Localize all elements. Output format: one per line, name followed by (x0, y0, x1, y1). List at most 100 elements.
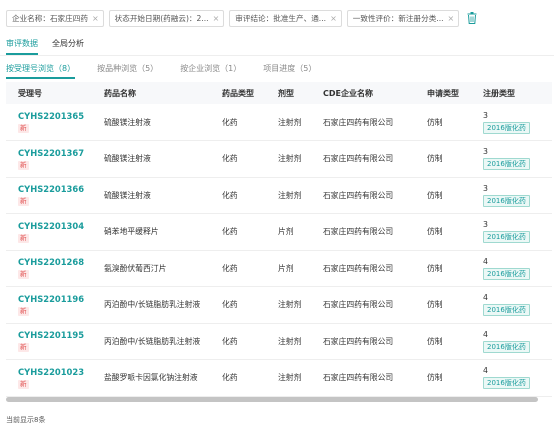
new-badge: 新 (18, 160, 29, 170)
table-row[interactable]: CYHS2201367 新 硫酸镁注射液 化药 注射剂 石家庄四药有限公司 仿制 3 2016版… (6, 141, 552, 178)
divider (0, 55, 554, 56)
close-icon[interactable]: × (448, 14, 455, 23)
cell-drug-type: 化药 (222, 154, 238, 164)
column-header[interactable]: 剂型 (266, 82, 311, 104)
cell-accept-no: CYHS2201365 新 (6, 104, 92, 141)
new-badge: 新 (18, 379, 29, 389)
cell-registration-type: 3 2016版化药 (471, 104, 552, 141)
new-badge: 新 (18, 124, 29, 133)
tab-by-accept-no[interactable]: 按受理号浏览（8） (6, 63, 76, 79)
registration-tag: 2016版化药 (483, 231, 530, 244)
table-row[interactable]: CYHS2201023 新 盐酸罗哌卡因氯化钠注射液 化药 注射剂 石家庄四药有限公司 仿制… (6, 360, 552, 397)
cell-application-type: 仿制 (427, 117, 443, 127)
cell-drug-name: 硝苯地平缓释片 (104, 227, 159, 237)
table-row[interactable]: CYHS2201268 新 氨溴酚伏葡西汀片 化药 片剂 石家庄四药有限公司 仿制 4 2016… (6, 250, 552, 287)
cell-application-type: 仿制 (427, 300, 443, 310)
accept-no-link[interactable]: CYHS2201367 (18, 148, 92, 158)
accept-no-link[interactable]: CYHS2201196 (18, 294, 92, 304)
registration-tag: 2016版化药 (483, 121, 530, 134)
cell-dosage-form: 片剂 (278, 263, 294, 273)
cell-application-type: 仿制 (427, 190, 443, 200)
horizontal-scrollbar[interactable] (6, 397, 538, 402)
cell-dosage-form: 片剂 (278, 227, 294, 237)
record-count: 当前显示8条 (6, 416, 46, 424)
sub-tabs: 按受理号浏览（8） 按品种浏览（5） 按企业浏览（1） 项目进度（5） (6, 63, 316, 79)
data-table: 受理号 药品名称 药品类型 剂型 CDE企业名称 申请类型 注册类型 CYHS2… (6, 82, 552, 397)
cell-registration-type: 3 2016版化药 (471, 177, 552, 214)
table-header-row: 受理号 药品名称 药品类型 剂型 CDE企业名称 申请类型 注册类型 (6, 82, 552, 104)
cell-drug-name: 硫酸镁注射液 (104, 190, 151, 200)
cell-company: 石家庄四药有限公司 (323, 190, 394, 200)
close-icon[interactable]: × (213, 14, 220, 23)
cell-dosage-form: 注射剂 (278, 373, 302, 383)
accept-no-link[interactable]: CYHS2201268 (18, 257, 92, 267)
registration-tag: 2016版化药 (483, 304, 530, 317)
accept-no-link[interactable]: CYHS2201195 (18, 330, 92, 340)
cell-drug-name: 丙泊酚中/长链脂肪乳注射液 (104, 336, 201, 346)
data-table-container: 受理号 药品名称 药品类型 剂型 CDE企业名称 申请类型 注册类型 CYHS2… (6, 82, 552, 400)
cell-dosage-form: 注射剂 (278, 154, 302, 164)
tab-by-company[interactable]: 按企业浏览（1） (180, 63, 241, 79)
registration-tag: 2016版化药 (483, 158, 530, 171)
cell-application-type: 仿制 (427, 227, 443, 237)
close-icon[interactable]: × (92, 14, 99, 23)
registration-class: 3 (483, 183, 488, 193)
registration-class: 4 (483, 256, 488, 266)
table-row[interactable]: CYHS2201304 新 硝苯地平缓释片 化药 片剂 石家庄四药有限公司 仿制 3 2016版… (6, 214, 552, 251)
cell-drug-type: 化药 (222, 300, 238, 310)
filter-chip-company[interactable]: 企业名称：石家庄四药 × (6, 9, 104, 27)
cell-dosage-form: 注射剂 (278, 117, 302, 127)
column-header[interactable]: 申请类型 (415, 82, 471, 104)
cell-company: 石家庄四药有限公司 (323, 373, 394, 383)
cell-drug-type: 化药 (222, 336, 238, 346)
column-header[interactable]: 药品类型 (210, 82, 266, 104)
cell-drug-name: 氨溴酚伏葡西汀片 (104, 263, 167, 273)
registration-tag: 2016版化药 (483, 267, 530, 280)
cell-registration-type: 3 2016版化药 (471, 214, 552, 251)
cell-application-type: 仿制 (427, 154, 443, 164)
column-header[interactable]: CDE企业名称 (311, 82, 415, 104)
cell-company: 石家庄四药有限公司 (323, 154, 394, 164)
cell-company: 石家庄四药有限公司 (323, 227, 394, 237)
tab-global-analysis[interactable]: 全局分析 (52, 38, 84, 55)
cell-company: 石家庄四药有限公司 (323, 117, 394, 127)
filter-chip-label: 一致性评价：新注册分类... (352, 13, 444, 23)
accept-no-link[interactable]: CYHS2201023 (18, 367, 92, 377)
cell-registration-type: 3 2016版化药 (471, 141, 552, 178)
column-header[interactable]: 受理号 (6, 82, 92, 104)
new-badge: 新 (18, 306, 29, 316)
filter-chip-start-date[interactable]: 状态开始日期(药融云)：2... × (108, 9, 225, 27)
new-badge: 新 (18, 343, 29, 353)
cell-registration-type: 4 2016版化药 (471, 287, 552, 324)
filter-bar: 企业名称：石家庄四药 × 状态开始日期(药融云)：2... × 审评结论：批准生… (6, 9, 478, 27)
table-row[interactable]: CYHS2201366 新 硫酸镁注射液 化药 注射剂 石家庄四药有限公司 仿制 3 2016版… (6, 177, 552, 214)
tab-project-progress[interactable]: 项目进度（5） (263, 63, 316, 79)
accept-no-link[interactable]: CYHS2201366 (18, 184, 92, 194)
cell-accept-no: CYHS2201023 新 (6, 360, 92, 397)
cell-accept-no: CYHS2201195 新 (6, 323, 92, 360)
new-badge: 新 (18, 233, 29, 243)
registration-class: 4 (483, 293, 488, 303)
cell-registration-type: 4 2016版化药 (471, 323, 552, 360)
column-header[interactable]: 注册类型 (471, 82, 552, 104)
close-icon[interactable]: × (330, 14, 337, 23)
tab-by-variety[interactable]: 按品种浏览（5） (97, 63, 158, 79)
filter-chip-consistency[interactable]: 一致性评价：新注册分类... × (346, 9, 460, 27)
filter-chip-review-conclusion[interactable]: 审评结论：批准生产、通... × (229, 9, 342, 27)
accept-no-link[interactable]: CYHS2201365 (18, 111, 92, 121)
accept-no-link[interactable]: CYHS2201304 (18, 221, 92, 231)
trash-icon[interactable] (466, 11, 478, 25)
column-header[interactable]: 药品名称 (92, 82, 210, 104)
cell-application-type: 仿制 (427, 373, 443, 383)
cell-company: 石家庄四药有限公司 (323, 300, 394, 310)
cell-accept-no: CYHS2201367 新 (6, 141, 92, 178)
table-row[interactable]: CYHS2201195 新 丙泊酚中/长链脂肪乳注射液 化药 注射剂 石家庄四药有限公司 仿… (6, 323, 552, 360)
table-row[interactable]: CYHS2201365 新 硫酸镁注射液 化药 注射剂 石家庄四药有限公司 仿制 3 2016版… (6, 104, 552, 141)
registration-tag: 2016版化药 (483, 377, 530, 390)
cell-drug-type: 化药 (222, 373, 238, 383)
table-row[interactable]: CYHS2201196 新 丙泊酚中/长链脂肪乳注射液 化药 注射剂 石家庄四药有限公司 仿… (6, 287, 552, 324)
cell-registration-type: 4 2016版化药 (471, 360, 552, 397)
cell-drug-type: 化药 (222, 190, 238, 200)
tab-review-data[interactable]: 审评数据 (6, 38, 38, 55)
filter-chip-label: 审评结论：批准生产、通... (235, 13, 327, 23)
